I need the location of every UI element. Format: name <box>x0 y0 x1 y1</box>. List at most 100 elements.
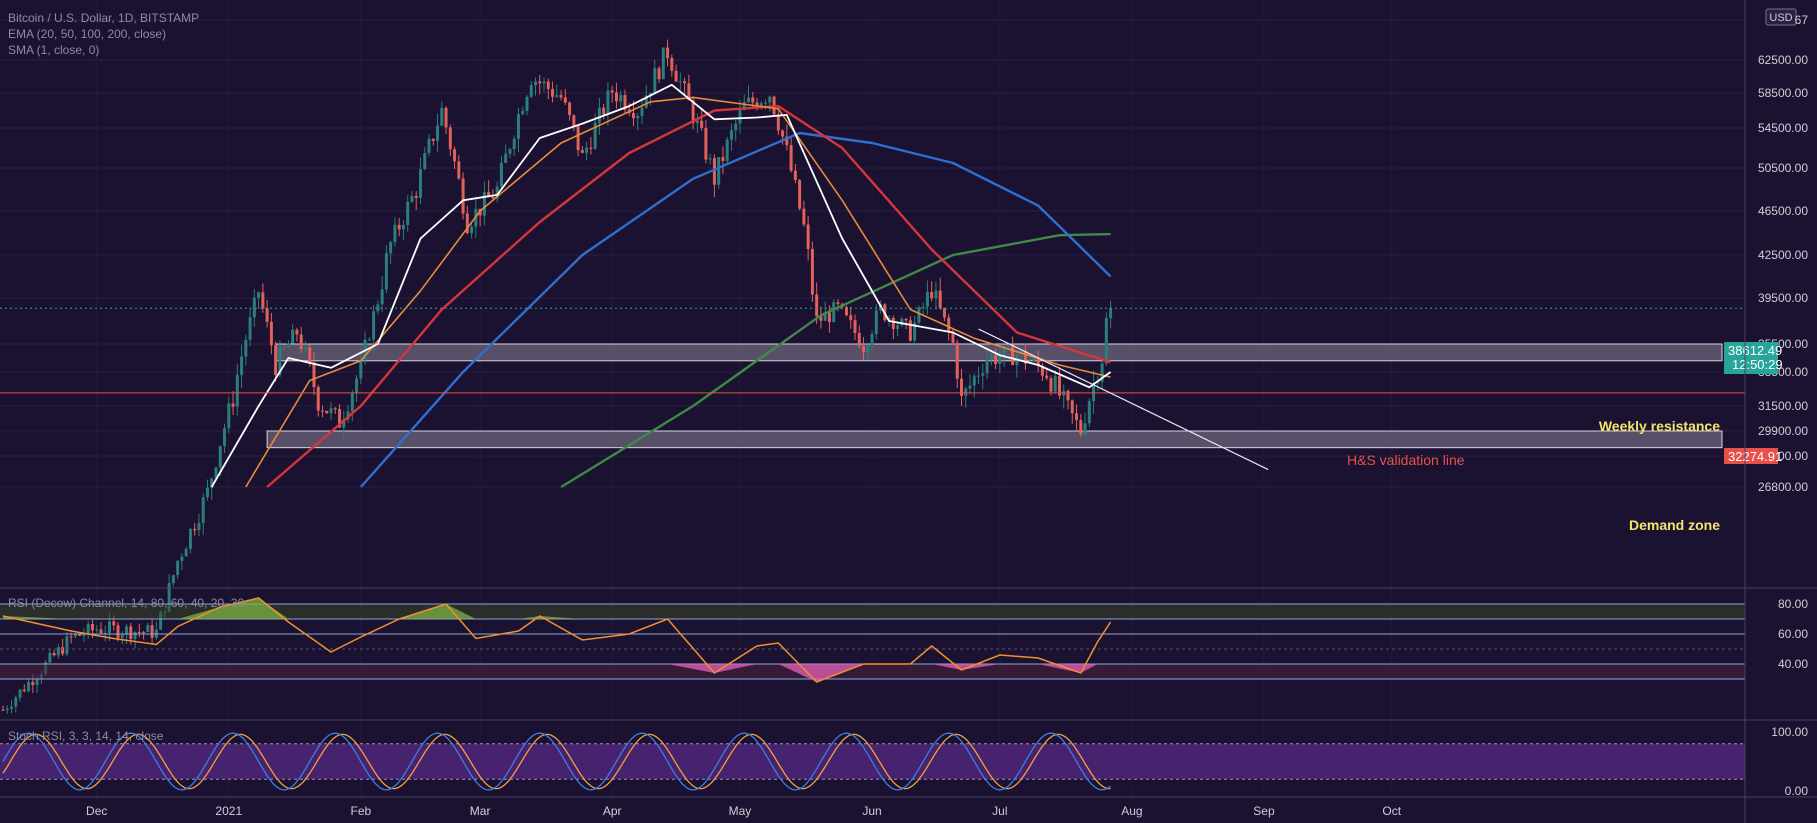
candle-body <box>397 224 401 230</box>
chart-title: Bitcoin / U.S. Dollar, 1D, BITSTAMP <box>8 11 199 25</box>
candle-body <box>538 81 542 84</box>
candle-body <box>133 631 137 639</box>
candle[interactable] <box>661 47 665 80</box>
sma-legend[interactable]: SMA (1, close, 0) <box>8 43 99 57</box>
time-tick-label: Aug <box>1121 804 1142 818</box>
candle-body <box>955 342 959 379</box>
candle-body <box>453 149 457 162</box>
candle-body <box>52 653 56 656</box>
candle-body <box>308 347 312 363</box>
time-tick-label: Feb <box>350 804 371 818</box>
candle-body <box>261 292 265 309</box>
candle-body <box>789 145 793 171</box>
candle-body <box>606 90 610 115</box>
candle-body <box>908 320 912 341</box>
candle-body <box>312 362 316 387</box>
candle[interactable] <box>717 157 721 190</box>
time-tick-label: Jul <box>992 804 1007 818</box>
candle-body <box>1032 358 1036 362</box>
candle-body <box>747 97 750 102</box>
candle-body <box>393 224 397 243</box>
price-tick-label: 26800.00 <box>1758 480 1808 494</box>
candle-body <box>269 321 273 346</box>
candle-body <box>734 123 738 131</box>
weekly-resistance-label: Weekly resistance <box>1599 418 1720 434</box>
candle-body <box>431 138 435 141</box>
candle-body <box>653 68 657 93</box>
candle-body <box>461 178 465 214</box>
price-tick-label: 62500.00 <box>1758 53 1808 67</box>
rsi-legend[interactable]: RSI (Decow) Channel, 14, 80, 60, 40, 20,… <box>8 596 244 610</box>
candle[interactable] <box>810 241 814 302</box>
candle-body <box>972 376 976 386</box>
ema-legend[interactable]: EMA (20, 50, 100, 200, close) <box>8 27 166 41</box>
candle-body <box>248 317 252 340</box>
candle-body <box>1053 375 1057 392</box>
candle-body <box>470 226 474 234</box>
stoch-tick-label: 100.00 <box>1771 725 1808 739</box>
time-tick-label: Apr <box>603 804 622 818</box>
candle-body <box>69 636 73 638</box>
candle-body <box>240 356 244 375</box>
candle-body <box>572 115 576 127</box>
currency-button[interactable]: USD <box>1765 8 1797 26</box>
price-tick-label: 54500.00 <box>1758 121 1808 135</box>
candle-body <box>197 523 201 531</box>
candle-body <box>227 403 231 429</box>
candle-body <box>350 393 354 412</box>
candle-body <box>406 201 410 226</box>
candle-body <box>768 96 772 103</box>
candle[interactable] <box>798 179 802 211</box>
candle-body <box>938 290 942 309</box>
candle-body <box>448 127 452 150</box>
candle-body <box>10 706 14 709</box>
candle-body <box>193 528 197 531</box>
candle-body <box>521 111 525 115</box>
price-tick-label: 39500.00 <box>1758 291 1808 305</box>
candle-body <box>299 334 303 350</box>
candle-body <box>964 388 968 396</box>
stoch-rsi-legend[interactable]: Stoch RSI, 3, 3, 14, 14, close <box>8 729 164 743</box>
candle-body <box>546 81 550 90</box>
candle-body <box>614 92 618 102</box>
price-tick-label: 46500.00 <box>1758 204 1808 218</box>
candle-body <box>265 308 269 322</box>
candle[interactable] <box>461 172 465 220</box>
candle-body <box>231 403 235 407</box>
candle-body <box>457 161 461 179</box>
currency-label: USD <box>1769 12 1792 24</box>
candle-body <box>725 139 729 161</box>
candle-body <box>427 138 431 153</box>
candle-body <box>981 373 985 376</box>
candle-body <box>998 356 1002 364</box>
candle-body <box>56 647 60 656</box>
candle-body <box>678 81 682 83</box>
candle[interactable] <box>1104 312 1108 366</box>
candle[interactable] <box>1087 398 1091 428</box>
chart-svg[interactable]: Bitcoin / U.S. Dollar, 1D, BITSTAMP EMA … <box>0 0 1817 823</box>
candle-body <box>65 636 69 654</box>
candle-body <box>423 152 427 170</box>
candle-body <box>827 312 831 323</box>
candle-body <box>1079 420 1083 435</box>
candle-body <box>22 689 26 692</box>
candle[interactable] <box>844 305 848 317</box>
candle-body <box>150 625 154 638</box>
candle-body <box>1006 344 1010 347</box>
candle-body <box>1083 423 1087 435</box>
candle-body <box>286 343 290 348</box>
candle-body <box>171 575 175 584</box>
time-tick-label: Mar <box>470 804 491 818</box>
candle-body <box>849 315 853 321</box>
candle-body <box>695 120 699 123</box>
stoch-tick-label: 0.00 <box>1785 784 1809 798</box>
price-tick-label: 58500.00 <box>1758 86 1808 100</box>
candle-body <box>781 130 785 137</box>
candle-body <box>1075 413 1079 421</box>
candle[interactable] <box>917 305 921 325</box>
candle-body <box>857 333 861 347</box>
candle-body <box>116 625 120 638</box>
candle-body <box>1 709 5 711</box>
candle-body <box>602 107 606 115</box>
candle-body <box>359 359 363 379</box>
